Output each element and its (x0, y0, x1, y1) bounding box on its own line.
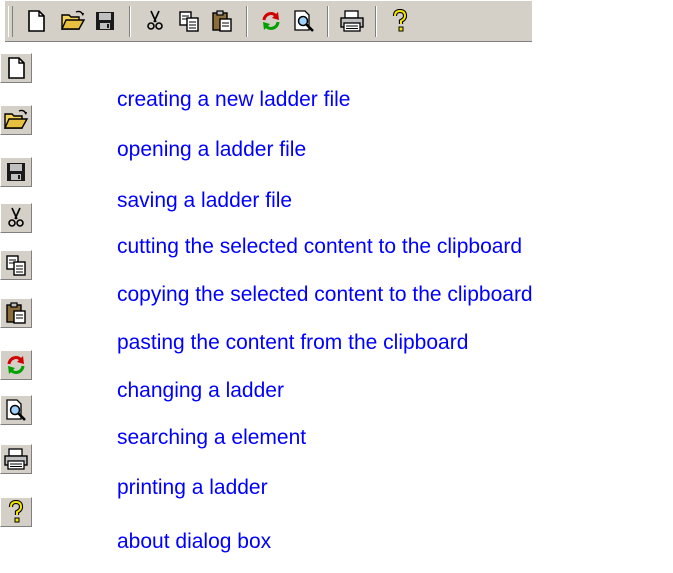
copy-button[interactable] (173, 5, 205, 37)
change-arrows-icon (262, 12, 280, 30)
new-file-icon (28, 10, 45, 32)
legend-label-copy[interactable]: copying the selected content to the clip… (117, 280, 533, 310)
legend-save-file-button[interactable] (0, 157, 32, 187)
cut-scissors-icon (147, 10, 163, 30)
legend-label-print[interactable]: printing a ladder (117, 473, 268, 503)
paste-clipboard-icon (6, 302, 26, 324)
save-disk-icon (96, 12, 114, 30)
search-element-button[interactable] (288, 5, 320, 37)
save-disk-icon (7, 163, 25, 181)
open-folder-icon (3, 109, 29, 129)
legend-about-button[interactable] (0, 497, 32, 527)
legend-paste-button[interactable] (0, 298, 32, 328)
legend-new-file-button[interactable] (0, 53, 32, 83)
change-ladder-button[interactable] (255, 5, 287, 37)
main-toolbar (5, 0, 532, 42)
new-file-button[interactable] (20, 5, 52, 37)
toolbar-grip[interactable] (8, 6, 13, 37)
legend-print-button[interactable] (0, 444, 32, 474)
save-file-button[interactable] (89, 5, 121, 37)
copy-icon (6, 255, 26, 276)
about-button[interactable] (384, 5, 416, 37)
toolbar-separator (327, 6, 329, 37)
legend-label-save-file[interactable]: saving a ladder file (117, 186, 292, 216)
print-button[interactable] (336, 5, 368, 37)
print-printer-icon (340, 10, 364, 32)
cut-scissors-icon (8, 207, 24, 227)
legend-copy-button[interactable] (0, 250, 32, 280)
legend-change-ladder-button[interactable] (0, 350, 32, 380)
legend-label-change-ladder[interactable]: changing a ladder (117, 376, 284, 406)
help-question-icon (392, 9, 408, 32)
help-question-icon (8, 500, 24, 523)
copy-icon (179, 11, 199, 32)
legend-open-file-button[interactable] (0, 105, 32, 135)
toolbar-separator (246, 6, 248, 37)
legend-label-cut[interactable]: cutting the selected content to the clip… (117, 232, 522, 262)
new-file-icon (8, 57, 25, 79)
search-magnifier-icon (6, 399, 26, 421)
print-printer-icon (4, 448, 28, 470)
legend-label-paste[interactable]: pasting the content from the clipboard (117, 328, 468, 358)
toolbar-separator (129, 6, 131, 37)
legend-label-about[interactable]: about dialog box (117, 527, 271, 557)
cut-button[interactable] (139, 5, 171, 37)
paste-clipboard-icon (212, 10, 232, 32)
toolbar-separator (375, 6, 377, 37)
open-file-button[interactable] (57, 5, 89, 37)
open-folder-icon (60, 10, 86, 30)
legend-search-button[interactable] (0, 395, 32, 425)
legend-label-open-file[interactable]: opening a ladder file (117, 135, 306, 165)
legend-label-new-file[interactable]: creating a new ladder file (117, 85, 350, 115)
paste-button[interactable] (206, 5, 238, 37)
legend-label-search[interactable]: searching a element (117, 423, 306, 453)
legend-cut-button[interactable] (0, 203, 32, 233)
search-magnifier-icon (294, 10, 314, 32)
change-arrows-icon (7, 356, 25, 374)
